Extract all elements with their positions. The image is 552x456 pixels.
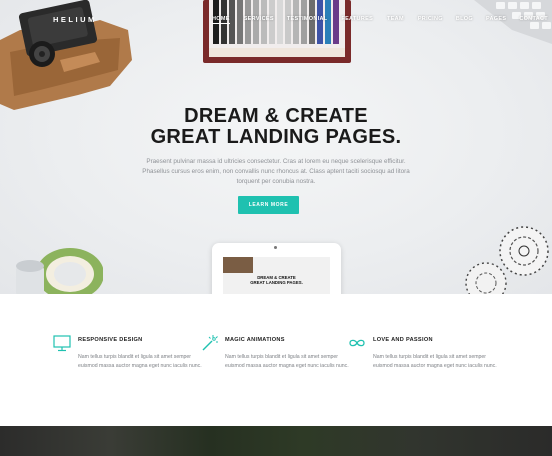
main-nav: HOME SERVICES TESTIMONIAL FEATURES TEAM … xyxy=(212,14,548,24)
feature-text: Nam tellus turpis blandit et ligula sit … xyxy=(225,354,349,370)
brand-logo[interactable]: HELIUM xyxy=(53,15,97,24)
feature-text: Nam tellus turpis blandit et ligula sit … xyxy=(373,354,497,370)
nav-blog[interactable]: BLOG xyxy=(456,14,473,24)
feature-title: RESPONSIVE DESIGN xyxy=(78,337,143,343)
features-section: RESPONSIVE DESIGN Nam tellus turpis blan… xyxy=(0,294,552,426)
feature-title: LOVE AND PASSION xyxy=(373,337,433,343)
nav-services[interactable]: SERVICES xyxy=(244,14,274,24)
tape-decoration xyxy=(16,248,103,294)
feature-text: Nam tellus turpis blandit et ligula sit … xyxy=(78,354,202,370)
learn-more-button[interactable]: LEARN MORE xyxy=(238,196,299,214)
hero-headline-line1: DREAM & CREATE xyxy=(184,105,368,127)
nav-pricing[interactable]: PRICING xyxy=(418,14,443,24)
hero-headline: DREAM & CREATE GREAT LANDING PAGES. xyxy=(0,106,552,148)
keyboard-decoration xyxy=(474,0,552,44)
tablet-camera-icon xyxy=(274,246,277,249)
feature-title: MAGIC ANIMATIONS xyxy=(225,337,285,343)
nav-testimonial[interactable]: TESTIMONIAL xyxy=(287,14,328,24)
tablet-screen-image xyxy=(223,257,253,273)
nav-team[interactable]: TEAM xyxy=(387,14,404,24)
nav-pages[interactable]: PAGES xyxy=(486,14,506,24)
magic-wand-icon xyxy=(202,335,218,351)
nav-features[interactable]: FEATURES xyxy=(341,14,373,24)
hero-lead-line3: torquent per conubia nostra. xyxy=(236,178,316,185)
monitor-icon xyxy=(53,335,71,352)
infinity-icon xyxy=(349,339,365,347)
nav-contact[interactable]: CONTACT xyxy=(519,14,548,24)
next-section-preview xyxy=(0,426,552,456)
tablet-headline-line2: GREAT LANDING PAGES. xyxy=(250,280,303,285)
tablet-mockup: DREAM & CREATE GREAT LANDING PAGES. xyxy=(212,243,341,294)
hero-headline-line2: GREAT LANDING PAGES. xyxy=(150,126,402,148)
hero-lead-line1: Praesent pulvinar massa id ultricies con… xyxy=(146,158,406,165)
tablet-screen: DREAM & CREATE GREAT LANDING PAGES. xyxy=(223,257,330,294)
hero-lead-line2: Phasellus cursus eros enim, non convalli… xyxy=(142,168,410,175)
ornaments-decoration xyxy=(465,226,549,294)
nav-home[interactable]: HOME xyxy=(212,14,230,24)
hero-lead-text: Praesent pulvinar massa id ultricies con… xyxy=(130,157,422,187)
pencil-box-decoration xyxy=(203,0,351,63)
hero-section: HELIUM HOME SERVICES TESTIMONIAL FEATURE… xyxy=(0,0,552,294)
